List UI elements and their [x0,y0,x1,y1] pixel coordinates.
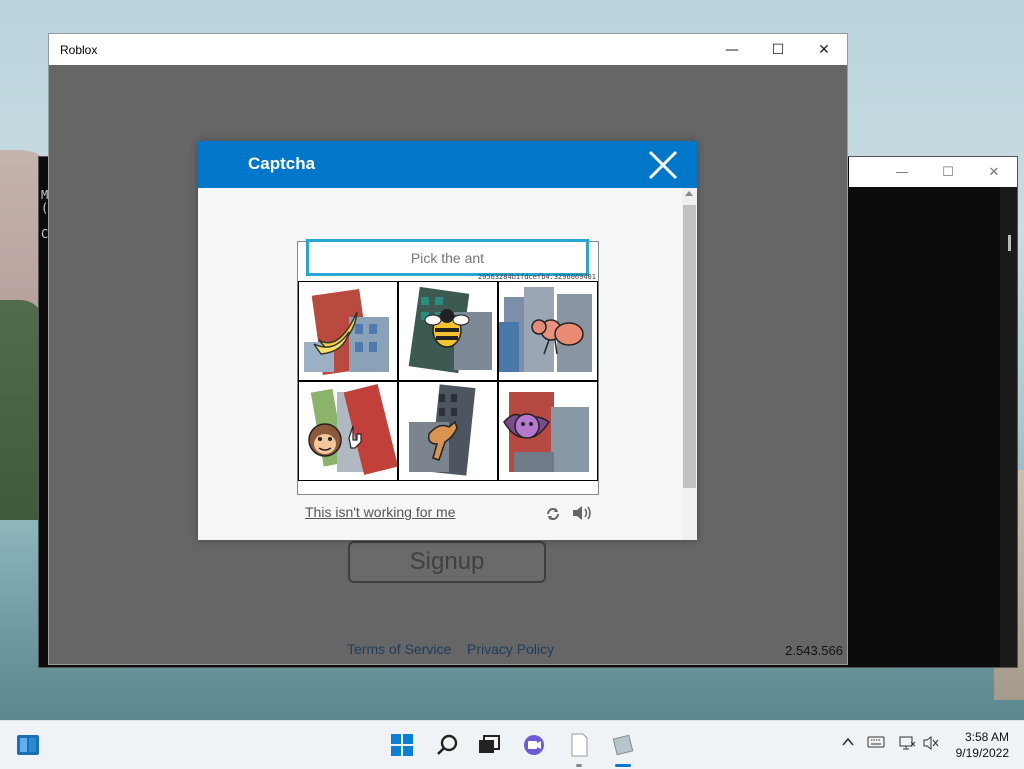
minimize-button[interactable]: — [709,34,755,65]
captcha-grid [298,281,598,481]
scroll-up-arrow-icon[interactable] [685,191,693,196]
captcha-puzzle: Pick the ant 20563284b1fdcefb4.329606940… [297,239,599,495]
banana-building-icon [304,289,389,375]
chat-icon[interactable] [522,733,546,757]
terms-link[interactable]: Terms of Service [347,641,451,657]
console-titlebar[interactable]: — ☐ ✕ [849,157,1017,187]
console-close-button[interactable]: ✕ [971,165,1017,180]
network-icon[interactable] [898,735,916,751]
roblox-titlebar[interactable]: Roblox — ☐ ✕ [49,34,847,65]
captcha-dialog: Captcha Pick the ant 20563284b1fdcefb4.3… [198,141,697,540]
app-running-indicator [576,764,582,767]
clock[interactable]: 3:58 AM 9/19/2022 [956,729,1009,761]
start-icon[interactable] [390,733,414,757]
monkey-building-icon [308,383,397,475]
signup-button[interactable]: Signup [348,541,546,583]
app-active-indicator [615,764,631,767]
ant-building-icon [499,287,592,372]
audio-icon[interactable] [571,504,593,522]
captcha-tile-kangaroo[interactable] [398,381,498,481]
task-view-icon[interactable] [477,733,501,757]
captcha-header: Captcha [198,141,697,188]
session-id: 20563284b1fdcefb4.3296069401 [477,273,596,281]
captcha-tile-bat[interactable] [498,381,598,481]
clock-date: 9/19/2022 [955,746,1009,760]
captcha-prompt: Pick the ant [306,239,589,276]
maximize-button[interactable]: ☐ [755,34,801,65]
privacy-link[interactable]: Privacy Policy [467,641,554,657]
roblox-icon[interactable] [611,733,635,757]
window-controls: — ☐ ✕ [709,34,847,65]
console-minimize-button[interactable]: — [879,165,925,180]
taskbar: 3:58 AM 9/19/2022 [0,720,1024,769]
keyboard-icon[interactable] [867,735,885,749]
not-working-link[interactable]: This isn't working for me [305,504,456,520]
chevron-up-icon[interactable] [841,735,855,749]
bat-building-icon [503,392,589,472]
captcha-tile-ant[interactable] [498,281,598,381]
bee-building-icon [408,286,492,374]
captcha-scroll-thumb[interactable] [683,205,696,488]
captcha-body: Pick the ant 20563284b1fdcefb4.329606940… [198,188,682,540]
console-scrollbar[interactable] [1000,187,1017,667]
captcha-tile-monkey[interactable] [298,381,398,481]
widgets-icon[interactable] [16,733,40,757]
volume-muted-icon[interactable] [922,735,940,751]
window-title: Roblox [60,42,98,57]
search-icon[interactable] [435,733,459,757]
kangaroo-building-icon [409,384,476,476]
version-label: 2.543.566 [785,643,843,658]
captcha-title: Captcha [248,154,316,173]
clock-time: 3:58 AM [964,730,1009,744]
captcha-scrollbar[interactable] [682,188,697,540]
console-maximize-button[interactable]: ☐ [925,165,971,180]
notepad-icon[interactable] [567,733,591,757]
captcha-tile-banana[interactable] [298,281,398,381]
close-button[interactable]: ✕ [801,34,847,65]
console-scroll-thumb[interactable] [1008,235,1011,251]
captcha-tile-bee[interactable] [398,281,498,381]
reload-icon[interactable] [545,506,561,522]
close-icon[interactable] [647,149,679,181]
